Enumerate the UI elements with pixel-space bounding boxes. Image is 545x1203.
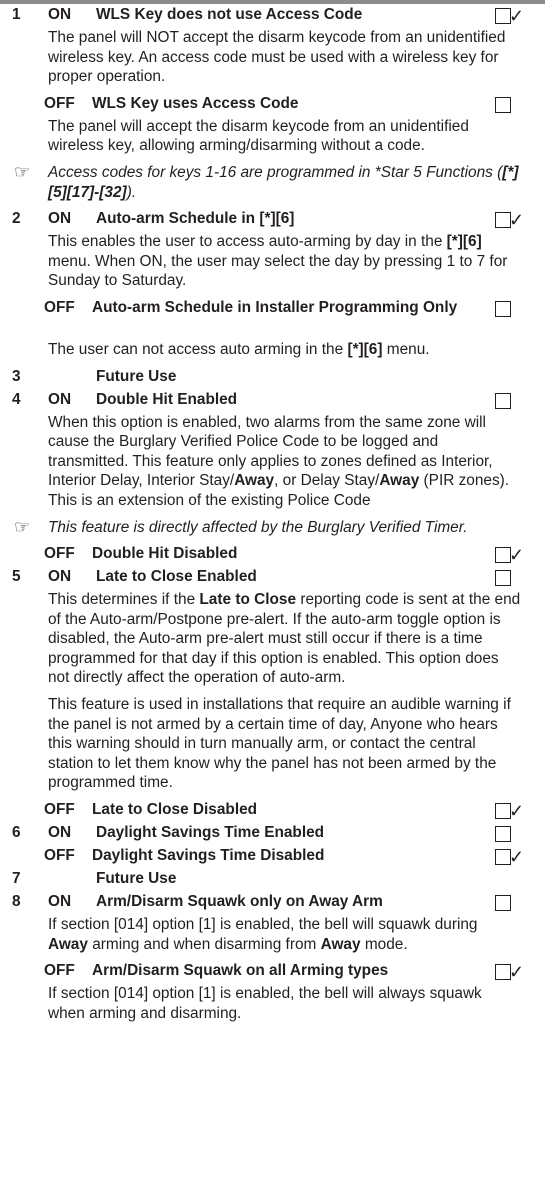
option-state: ON: [48, 6, 72, 23]
option-row: 8 ON Arm/Disarm Squawk only on Away Arm: [0, 892, 545, 915]
option-description: This feature is used in installations th…: [48, 696, 511, 792]
option-row: OFF Arm/Disarm Squawk on all Arming types…: [0, 961, 545, 984]
option-row: 7 Future Use: [0, 869, 545, 892]
option-title: Double Hit Disabled: [92, 545, 238, 563]
checkmark-icon: ✓: [509, 6, 525, 26]
note: ☞ This feature is directly affected by th…: [0, 516, 545, 538]
option-row: 2 ON Auto-arm Schedule in [*][6] ✓: [0, 209, 545, 232]
option-title: Daylight Savings Time Disabled: [92, 847, 325, 865]
option-state: OFF: [44, 298, 75, 316]
option-description: If section [014] option [1] is enabled, …: [48, 985, 482, 1022]
option-row: 3 Future Use: [0, 367, 545, 390]
option-number: 2: [12, 210, 21, 228]
note: ☞ Access codes for keys 1-16 are programm…: [0, 161, 545, 202]
note-text: Access codes for keys 1-16 are programme…: [48, 163, 519, 201]
option-title: Arm/Disarm Squawk only on Away Arm: [96, 893, 383, 911]
option-title: Daylight Savings Time Enabled: [96, 824, 325, 842]
option-title: Arm/Disarm Squawk on all Arming types: [92, 962, 389, 980]
option-description: This enables the user to access auto-arm…: [48, 233, 508, 290]
option-title: Auto-arm Schedule in Installer Programmi…: [92, 298, 458, 316]
option-state: ON: [48, 568, 72, 586]
option-checkbox[interactable]: [495, 96, 511, 113]
option-title: Future Use: [96, 870, 177, 888]
option-checkbox[interactable]: [495, 570, 511, 587]
option-state: ON: [48, 893, 72, 911]
checkmark-icon: ✓: [509, 847, 525, 868]
option-description: This determines if the Late to Close rep…: [48, 591, 521, 687]
option-state: ON: [48, 824, 72, 842]
option-number: 6: [12, 824, 21, 842]
option-number: 3: [12, 367, 21, 385]
option-number: 1: [12, 6, 21, 23]
option-row: OFF Auto-arm Schedule in Installer Progra…: [0, 298, 545, 340]
option-row: 1 ON WLS Key does not use Access Code ✓: [0, 5, 545, 28]
option-state: OFF: [44, 545, 75, 563]
option-description: If section [014] option [1] is enabled, …: [48, 916, 478, 953]
option-checkbox[interactable]: [495, 300, 511, 317]
option-title: Late to Close Disabled: [92, 801, 258, 819]
option-checkbox[interactable]: [495, 826, 511, 843]
option-description: When this option is enabled, two alarms …: [48, 413, 510, 509]
option-row: OFF Double Hit Disabled ✓: [0, 544, 545, 567]
option-description: The user can not access auto arming in t…: [48, 340, 430, 358]
checkmark-icon: ✓: [509, 545, 525, 566]
option-title: Double Hit Enabled: [96, 390, 238, 408]
note-text: This feature is directly affected by the…: [48, 518, 468, 536]
option-title: WLS Key uses Access Code: [92, 94, 299, 112]
option-state: OFF: [44, 94, 75, 112]
option-description: The panel will NOT accept the disarm key…: [48, 29, 506, 86]
option-state: OFF: [44, 962, 75, 980]
hand-pointer-icon: ☞: [14, 161, 31, 182]
option-row: 4 ON Double Hit Enabled: [0, 390, 545, 413]
checkmark-icon: ✓: [509, 962, 525, 983]
option-row: 6 ON Daylight Savings Time Enabled: [0, 823, 545, 846]
manual-page: 1 ON WLS Key does not use Access Code ✓ The …: [0, 0, 545, 1203]
option-title: Future Use: [96, 367, 177, 385]
option-row: 5 ON Late to Close Enabled: [0, 567, 545, 590]
option-state: ON: [48, 390, 72, 408]
option-number: 4: [12, 390, 21, 408]
option-checkbox[interactable]: [495, 895, 511, 912]
option-description: The panel will accept the disarm keycode…: [48, 117, 469, 155]
checkmark-icon: ✓: [509, 801, 525, 822]
top-rule: [0, 0, 545, 4]
option-state: OFF: [44, 847, 75, 865]
options-list: 1 ON WLS Key does not use Access Code ✓ The …: [0, 5, 545, 1030]
option-number: 7: [12, 870, 21, 888]
option-checkbox[interactable]: [495, 392, 511, 409]
option-state: ON: [48, 210, 72, 228]
option-number: 5: [12, 568, 21, 586]
option-row: OFF Daylight Savings Time Disabled ✓: [0, 846, 545, 869]
option-state: OFF: [44, 801, 75, 819]
option-row: OFF WLS Key uses Access Code: [0, 94, 545, 117]
option-number: 8: [12, 893, 21, 911]
hand-pointer-icon: ☞: [14, 516, 31, 537]
option-title: Late to Close Enabled: [96, 568, 257, 586]
option-title: Auto-arm Schedule in [*][6]: [96, 210, 295, 228]
option-row: OFF Late to Close Disabled ✓: [0, 800, 545, 823]
checkmark-icon: ✓: [509, 210, 525, 231]
option-title: WLS Key does not use Access Code: [96, 6, 363, 23]
